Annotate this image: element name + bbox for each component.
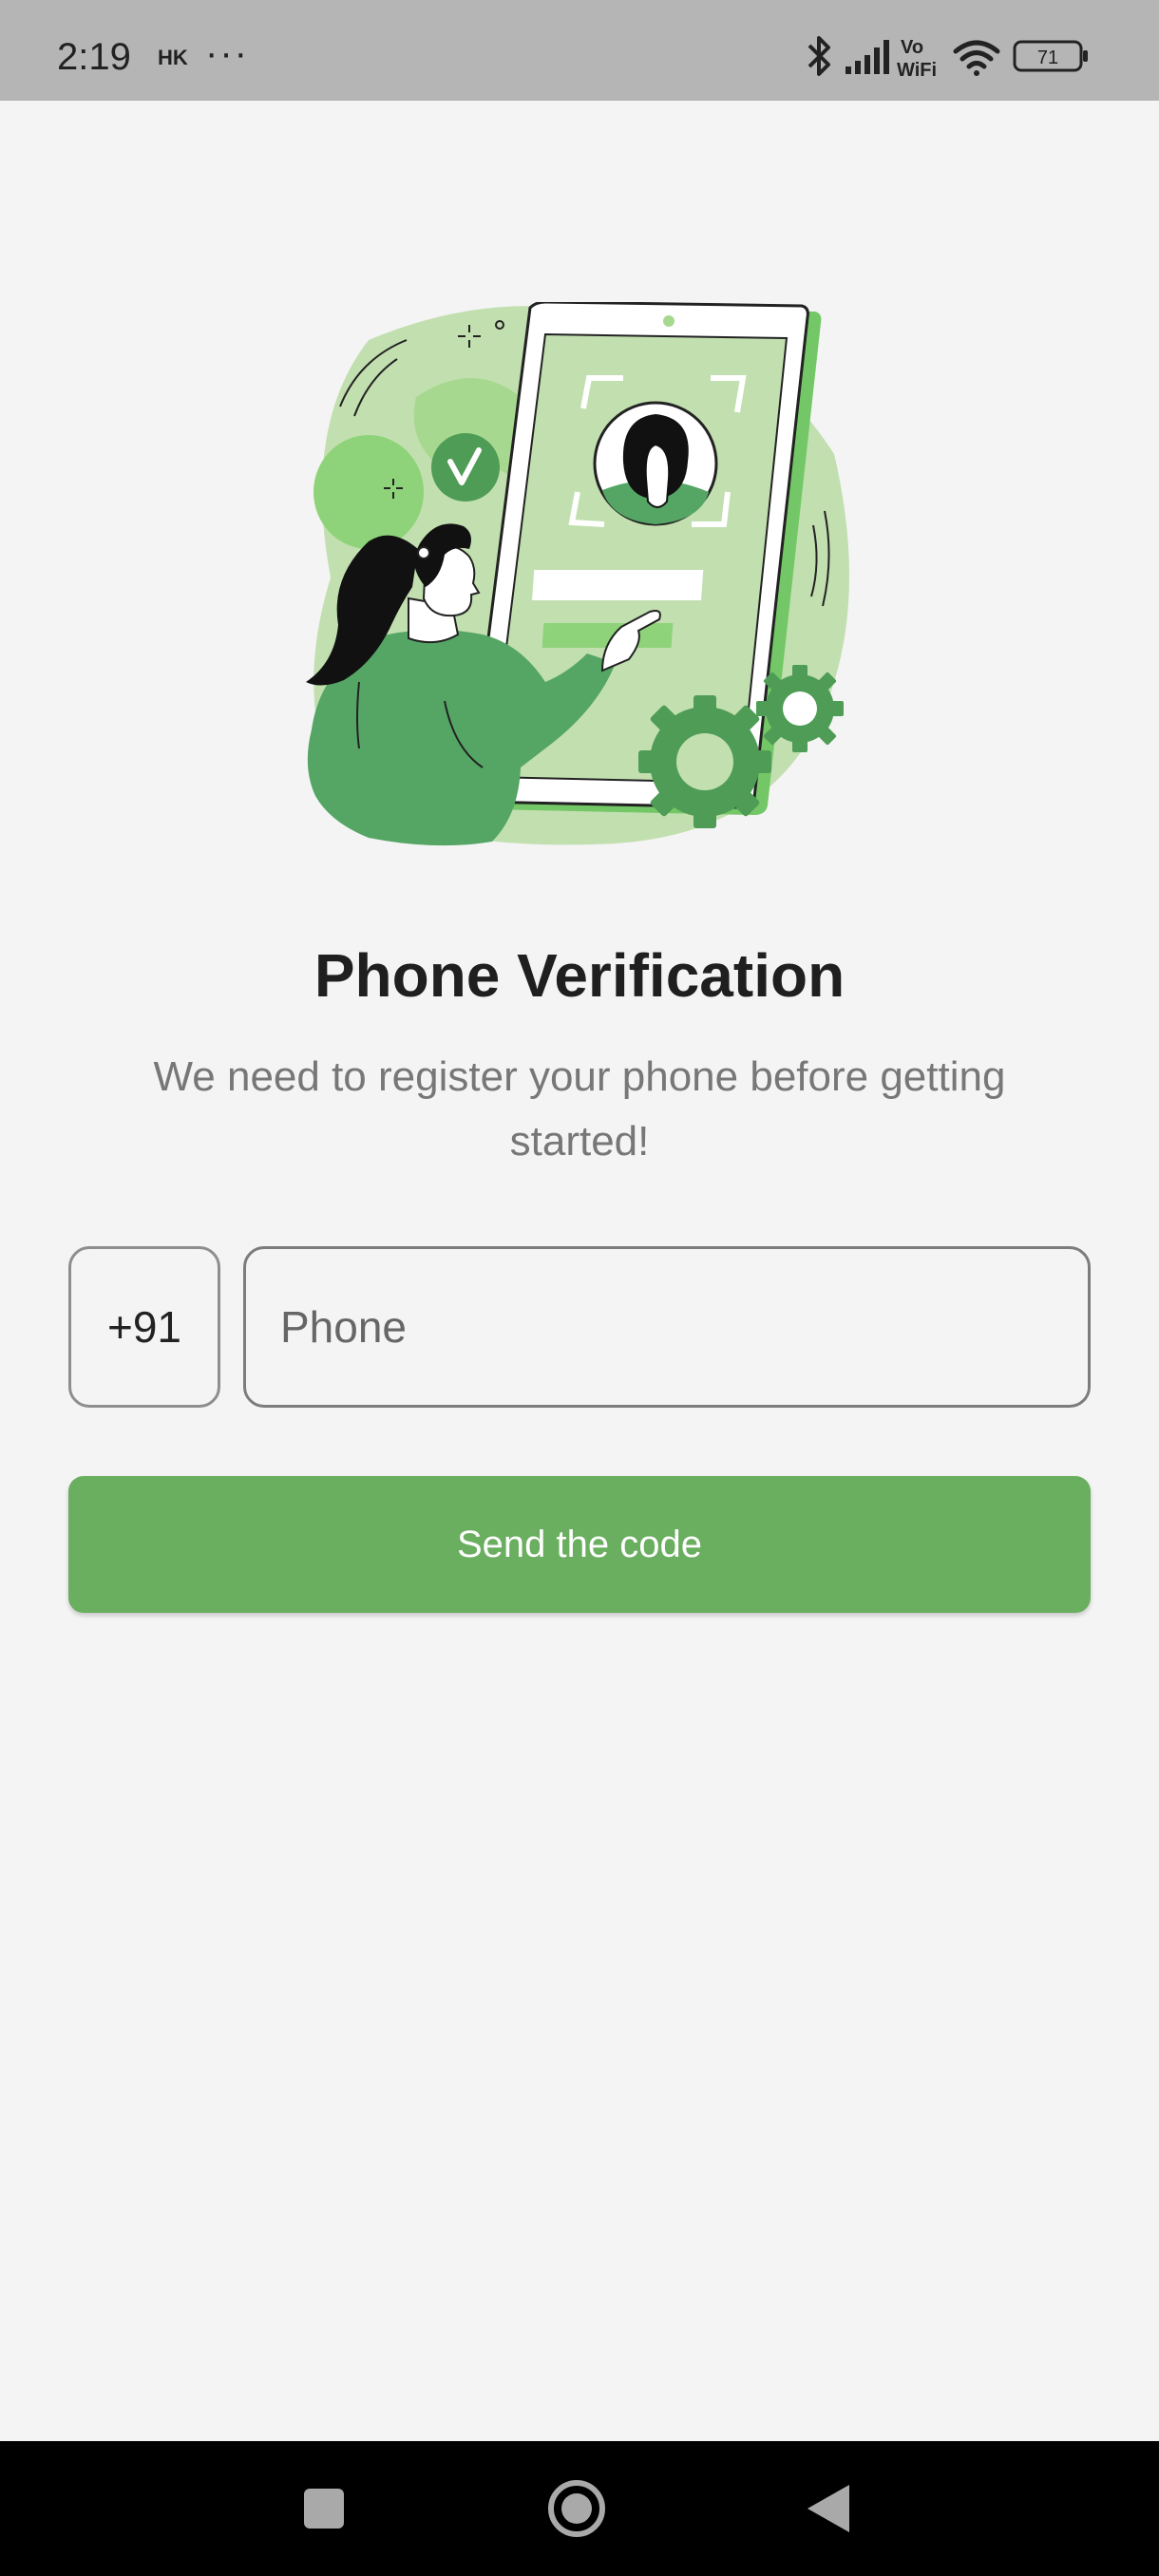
vowifi-icon: Vo WiFi (897, 37, 937, 81)
status-icons: Vo WiFi 71 (808, 36, 1088, 81)
svg-text:Vo: Vo (901, 37, 923, 58)
status-carrier: HK (158, 46, 188, 69)
country-code-selector[interactable]: +91 (68, 1246, 220, 1408)
more-dots-icon: ··· (205, 32, 249, 74)
page-subtitle: We need to register your phone before ge… (153, 1053, 1006, 1165)
wifi-icon (953, 40, 1000, 76)
signal-icon (846, 40, 889, 74)
svg-text:71: 71 (1037, 47, 1058, 68)
gear-icon-large (638, 695, 771, 828)
phone-verification-illustration (306, 302, 849, 846)
svg-text:WiFi: WiFi (897, 60, 937, 81)
send-code-button[interactable]: Send the code (68, 1476, 1091, 1613)
back-icon[interactable] (787, 2466, 872, 2551)
status-bar: 2:19 HK ··· Vo WiFi 71 (0, 0, 1159, 101)
recents-icon[interactable] (281, 2466, 367, 2551)
check-badge-icon (431, 433, 500, 502)
bluetooth-icon (808, 36, 830, 76)
status-time: 2:19 (57, 36, 131, 78)
navigation-bar (0, 2441, 1159, 2576)
phone-input[interactable] (243, 1246, 1091, 1408)
gear-icon-small (756, 665, 844, 752)
home-icon[interactable] (534, 2466, 619, 2551)
battery-icon: 71 (1013, 40, 1088, 72)
page-title: Phone Verification (314, 941, 846, 1010)
